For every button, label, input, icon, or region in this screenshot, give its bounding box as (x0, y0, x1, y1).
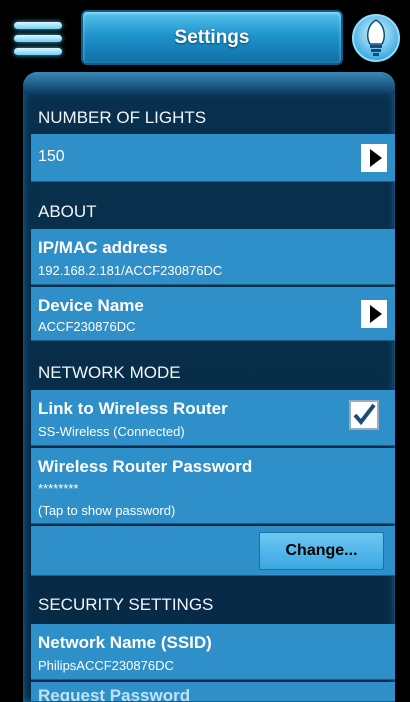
request-password-label: Request Password (38, 686, 191, 702)
arrow-right-icon[interactable] (361, 144, 387, 172)
number-of-lights-value: 150 (38, 148, 65, 165)
link-router-checkbox[interactable] (349, 400, 379, 430)
device-name-row[interactable]: Device Name ACCF230876DC (31, 287, 395, 341)
ssid-label: Network Name (SSID) (38, 633, 212, 652)
light-bulb-icon[interactable] (352, 11, 400, 65)
device-name-label: Device Name (38, 296, 144, 315)
section-heading-network-mode: NETWORK MODE (38, 363, 181, 382)
number-of-lights-row[interactable]: 150 (31, 134, 395, 182)
wireless-router-password-masked: ******** (38, 481, 79, 496)
password-hint: (Tap to show password) (38, 503, 176, 518)
section-heading-about: ABOUT (38, 202, 97, 221)
header-bar: Settings (0, 0, 410, 80)
device-name-value: ACCF230876DC (38, 319, 136, 334)
panel-top-edge (23, 72, 395, 94)
change-password-button[interactable]: Change... (259, 532, 384, 570)
ssid-row[interactable]: Network Name (SSID) PhilipsACCF230876DC (31, 624, 395, 680)
section-heading-security-settings: SECURITY SETTINGS (38, 595, 214, 614)
section-heading-number-of-lights: NUMBER OF LIGHTS (38, 108, 207, 127)
screen-edge (395, 80, 410, 702)
request-password-row[interactable]: Request Password (31, 682, 395, 702)
hamburger-menu-icon[interactable] (14, 22, 62, 56)
link-wireless-router-row[interactable]: Link to Wireless Router SS-Wireless (Con… (31, 390, 395, 446)
link-wireless-router-status: SS-Wireless (Connected) (38, 424, 185, 439)
ip-mac-value: 192.168.2.181/ACCF230876DC (38, 263, 223, 278)
ssid-value: PhilipsACCF230876DC (38, 658, 174, 673)
wireless-router-password-label: Wireless Router Password (38, 457, 253, 476)
ip-mac-label: IP/MAC address (38, 238, 168, 257)
ip-mac-row: IP/MAC address 192.168.2.181/ACCF230876D… (31, 229, 395, 285)
link-wireless-router-label: Link to Wireless Router (38, 399, 228, 418)
page-title: Settings (81, 10, 343, 65)
checkmark-icon (353, 403, 376, 426)
arrow-right-icon[interactable] (361, 300, 387, 328)
wireless-router-password-row[interactable]: Wireless Router Password ******** (Tap t… (31, 448, 395, 524)
